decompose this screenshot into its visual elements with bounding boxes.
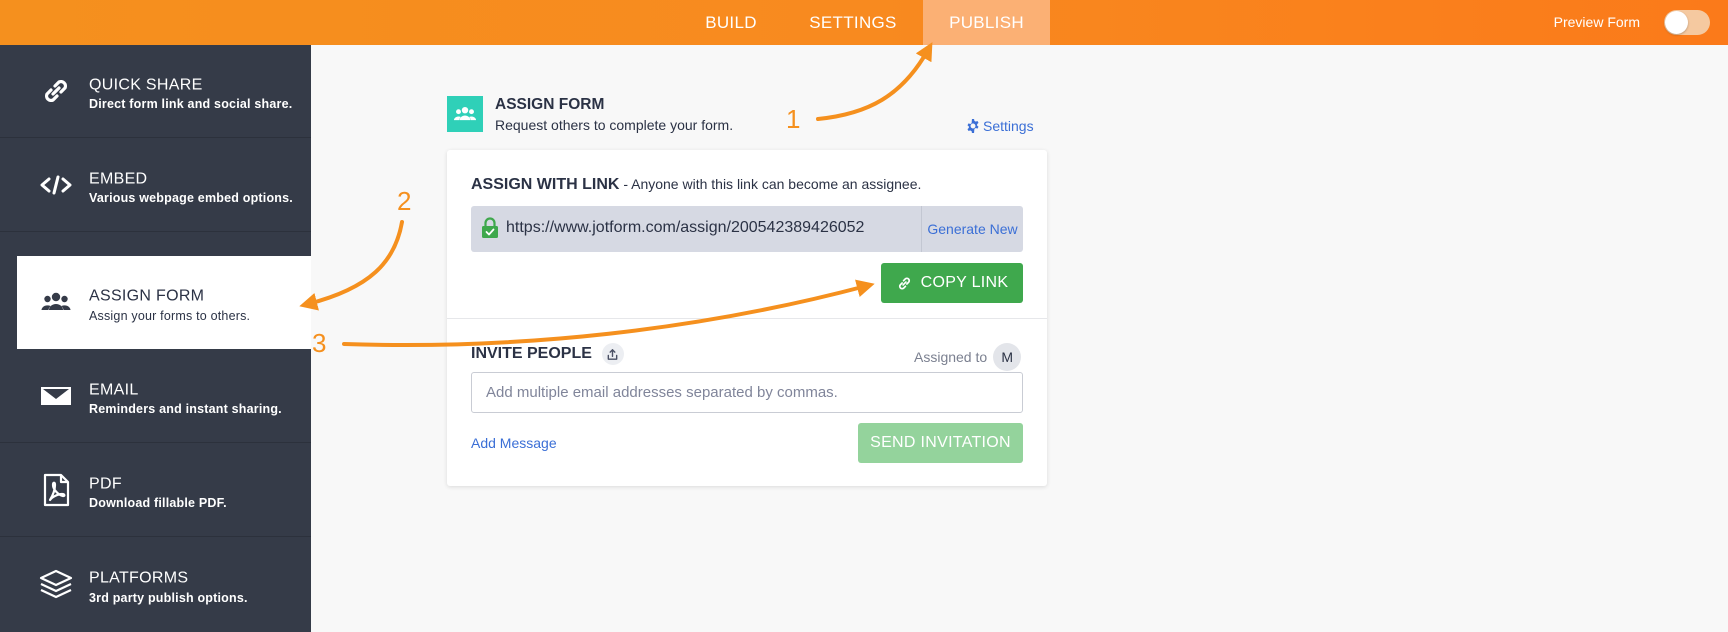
avatar[interactable]: M [993, 343, 1022, 371]
assign-link-url[interactable]: https://www.jotform.com/assign/200542389… [506, 219, 864, 237]
copy-link-label: COPY LINK [920, 274, 1009, 291]
link-icon [36, 71, 76, 111]
invite-people-heading: INVITE PEOPLE [471, 343, 624, 365]
sidebar-item-title: EMBED [89, 170, 148, 188]
settings-link[interactable]: Settings [966, 118, 1034, 134]
assign-link-field: https://www.jotform.com/assign/200542389… [471, 206, 1023, 252]
tab-build[interactable]: BUILD [690, 0, 772, 45]
add-message-link[interactable]: Add Message [471, 435, 557, 451]
sidebar-item-title: EMAIL [89, 381, 139, 399]
sidebar-item-title: QUICK SHARE [89, 76, 203, 94]
pdf-icon [36, 470, 76, 510]
arrow-to-publish-tab [816, 42, 933, 121]
card-divider [447, 318, 1047, 319]
upload-icon[interactable] [601, 343, 624, 365]
code-icon [36, 165, 76, 205]
toggle-knob [1665, 11, 1688, 34]
settings-link-label: Settings [983, 118, 1034, 134]
sidebar-item-embed[interactable]: EMBED Various webpage embed options. [0, 139, 311, 232]
page-title: ASSIGN FORM [495, 96, 605, 113]
sidebar-item-desc: Various webpage embed options. [89, 191, 293, 206]
users-icon [36, 282, 76, 322]
assign-form-users-icon [447, 96, 483, 132]
send-invitation-button[interactable]: SEND INVITATION [858, 423, 1023, 463]
sidebar-item-email[interactable]: EMAIL Reminders and instant sharing. [0, 350, 311, 443]
assign-with-link-description: Anyone with this link can become an assi… [631, 176, 922, 192]
sidebar-item-desc: Assign your forms to others. [89, 309, 251, 323]
lock-icon [482, 217, 498, 238]
invite-people-title: INVITE PEOPLE [471, 345, 592, 362]
sidebar-item-title: ASSIGN FORM [89, 288, 205, 306]
assigned-to-indicator: Assigned to M [914, 343, 1022, 371]
copy-link-button[interactable]: COPY LINK [881, 263, 1023, 303]
annotation-step-3: 3 [312, 328, 327, 358]
arrow-to-assign-form-item [299, 220, 404, 311]
page-subtitle: Request others to complete your form. [495, 117, 734, 133]
generate-new-link-button[interactable]: Generate New [921, 206, 1023, 252]
sidebar-item-title: PLATFORMS [89, 570, 189, 588]
assigned-to-label: Assigned to [914, 349, 988, 365]
sidebar-item-assign-form[interactable]: ASSIGN FORM Assign your forms to others. [17, 256, 311, 349]
sidebar-item-quick-share[interactable]: QUICK SHARE Direct form link and social … [0, 45, 311, 138]
assign-with-link-heading: ASSIGN WITH LINK - Anyone with this link… [471, 176, 921, 194]
preview-form-toggle[interactable] [1664, 10, 1710, 35]
sidebar-item-desc: Direct form link and social share. [89, 97, 293, 112]
sidebar-item-pdf[interactable]: PDF Download fillable PDF. [0, 444, 311, 537]
envelope-icon [36, 376, 76, 416]
sidebar-item-desc: Download fillable PDF. [89, 496, 227, 511]
sidebar-item-desc: Reminders and instant sharing. [89, 402, 282, 417]
gear-icon [967, 119, 979, 133]
tab-publish[interactable]: PUBLISH [923, 0, 1050, 45]
tab-settings[interactable]: SETTINGS [798, 0, 908, 45]
publish-sidebar: QUICK SHARE Direct form link and social … [0, 45, 311, 632]
email-addresses-input[interactable] [471, 372, 1023, 413]
assign-card: ASSIGN WITH LINK - Anyone with this link… [447, 150, 1047, 486]
link-icon [898, 276, 910, 290]
annotation-step-1: 1 [786, 104, 801, 134]
heading-separator: - [619, 176, 632, 192]
annotation-step-2: 2 [397, 186, 412, 216]
top-navigation-bar: BUILD SETTINGS PUBLISH Preview Form [0, 0, 1728, 45]
sidebar-item-platforms[interactable]: PLATFORMS 3rd party publish options. [0, 538, 311, 631]
assign-with-link-title: ASSIGN WITH LINK [471, 176, 620, 193]
preview-form-label: Preview Form [1553, 14, 1640, 30]
sidebar-item-title: PDF [89, 475, 122, 493]
sidebar-item-desc: 3rd party publish options. [89, 591, 248, 605]
layers-icon [36, 564, 76, 604]
